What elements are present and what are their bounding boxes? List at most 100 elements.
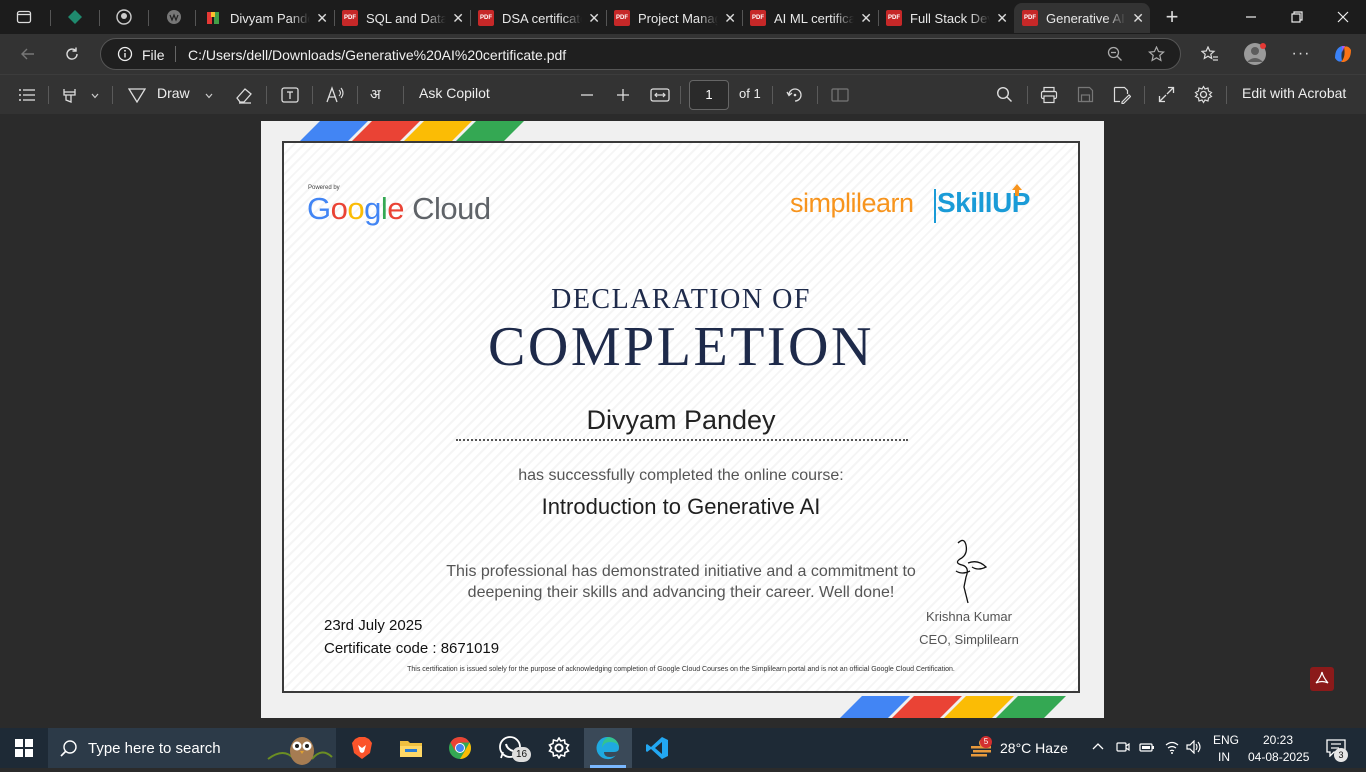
- language-eng[interactable]: ENG: [1213, 733, 1239, 747]
- tab-label: Generative AI: [1046, 10, 1125, 26]
- simplilearn-logo: simplilearn: [790, 188, 914, 218]
- address-bar[interactable]: File C:/Users/dell/Downloads/Generative%…: [100, 38, 1181, 70]
- meet-now-icon[interactable]: [1116, 740, 1130, 757]
- close-icon[interactable]: ✕: [860, 10, 872, 27]
- new-tab-plus-icon[interactable]: +: [1160, 4, 1184, 29]
- favorite-star-icon[interactable]: [1147, 45, 1166, 67]
- tab-generative-ai[interactable]: PDF Generative AI ✕: [1014, 3, 1150, 33]
- wifi-icon[interactable]: [1164, 740, 1180, 757]
- tab-dsa-certificate[interactable]: PDF DSA certificate ✕: [470, 3, 606, 33]
- taskbar-search-box[interactable]: Type here to search: [48, 728, 336, 768]
- rotate-icon[interactable]: [786, 86, 804, 109]
- zoom-out-icon[interactable]: [580, 88, 594, 107]
- pdf-toolbar: Draw अ Ask Copilot 1 of 1 Edit with Acro…: [0, 74, 1366, 114]
- draw-pen-icon[interactable]: [127, 87, 147, 108]
- issue-date: 23rd July 2025: [324, 617, 423, 634]
- eraser-icon[interactable]: [235, 86, 253, 109]
- tab-label: SQL and Data: [366, 10, 446, 26]
- search-icon[interactable]: [996, 86, 1013, 108]
- pinned-tab-gemini-icon[interactable]: [63, 5, 87, 29]
- favorites-icon[interactable]: [1198, 42, 1222, 66]
- clock-time[interactable]: 20:23: [1263, 733, 1293, 747]
- signer-name: Krishna Kumar: [926, 609, 1012, 624]
- zoom-icon[interactable]: [1107, 46, 1123, 67]
- settings-gear-icon[interactable]: [545, 734, 573, 762]
- copilot-icon[interactable]: [1331, 42, 1355, 66]
- file-explorer-icon[interactable]: [397, 734, 425, 762]
- pinned-tab-github-icon[interactable]: [112, 5, 136, 29]
- restore-button[interactable]: [1274, 0, 1320, 34]
- acrobat-icon[interactable]: [1310, 667, 1334, 691]
- highlight-icon[interactable]: [61, 87, 79, 108]
- chevron-up-icon[interactable]: [1092, 740, 1104, 756]
- search-icon: [60, 739, 78, 762]
- read-aloud-icon[interactable]: [326, 86, 346, 109]
- tab-actions-icon[interactable]: [12, 5, 36, 29]
- volume-icon[interactable]: [1186, 739, 1202, 757]
- tab-sql-and-data[interactable]: PDF SQL and Data ✕: [334, 3, 470, 33]
- draw-label[interactable]: Draw: [157, 85, 190, 101]
- pdf-icon: PDF: [886, 10, 902, 26]
- edge-browser-icon[interactable]: [594, 734, 622, 762]
- windows-taskbar: Type here to search 16 5 28°C Haze ENG I…: [0, 728, 1366, 768]
- refresh-icon[interactable]: [60, 42, 84, 66]
- tab-divyam-pandey[interactable]: Divyam Pandey ✕: [198, 3, 334, 33]
- pdf-icon: PDF: [342, 10, 358, 26]
- whatsapp-badge: 16: [512, 747, 531, 762]
- translate-icon[interactable]: अ: [370, 85, 381, 104]
- url-text[interactable]: C:/Users/dell/Downloads/Generative%20AI%…: [188, 47, 566, 63]
- windows-start-icon[interactable]: [10, 734, 38, 762]
- chevron-down-icon[interactable]: [204, 88, 214, 106]
- certificate: Powered by Google Cloud simplilearn Skil…: [282, 141, 1080, 693]
- settings-gear-icon[interactable]: [1194, 85, 1213, 109]
- pinned-tab-site-icon[interactable]: [162, 5, 186, 29]
- profile-avatar-icon[interactable]: [1243, 42, 1267, 66]
- print-icon[interactable]: [1040, 86, 1058, 109]
- disclaimer: This certification is issued solely for …: [407, 666, 955, 673]
- clock-date[interactable]: 04-08-2025: [1248, 750, 1309, 764]
- scheme-label: File: [142, 47, 165, 63]
- git-icon: [206, 10, 222, 26]
- back-arrow-icon[interactable]: [16, 42, 40, 66]
- chrome-icon[interactable]: [446, 734, 474, 762]
- close-icon[interactable]: ✕: [724, 10, 736, 27]
- info-icon[interactable]: [117, 46, 133, 67]
- fullscreen-icon[interactable]: [1158, 86, 1175, 108]
- save-icon[interactable]: [1077, 86, 1094, 108]
- logo-divider: [934, 189, 936, 223]
- save-as-icon[interactable]: [1113, 86, 1132, 109]
- close-icon[interactable]: ✕: [452, 10, 464, 27]
- vscode-icon[interactable]: [643, 734, 671, 762]
- language-in[interactable]: IN: [1218, 750, 1230, 764]
- recipient-name: Divyam Pandey: [586, 405, 776, 435]
- more-options-icon[interactable]: ···: [1289, 42, 1313, 66]
- minimize-button[interactable]: [1228, 0, 1274, 34]
- zoom-in-icon[interactable]: [616, 88, 630, 107]
- close-icon[interactable]: ✕: [1132, 10, 1144, 27]
- ask-copilot-button[interactable]: Ask Copilot: [419, 85, 490, 101]
- pdf-viewer[interactable]: Powered by Google Cloud simplilearn Skil…: [0, 115, 1366, 728]
- fit-to-width-icon[interactable]: [650, 87, 670, 108]
- weather-text[interactable]: 28°C Haze: [1000, 740, 1068, 756]
- contents-list-icon[interactable]: [18, 87, 36, 108]
- edit-with-acrobat-button[interactable]: Edit with Acrobat: [1242, 85, 1346, 101]
- pdf-page: Powered by Google Cloud simplilearn Skil…: [261, 121, 1104, 718]
- heading-declaration: DECLARATION OF: [551, 284, 811, 315]
- brave-browser-icon[interactable]: [348, 734, 376, 762]
- close-icon[interactable]: ✕: [316, 10, 328, 27]
- page-view-icon[interactable]: [831, 87, 849, 108]
- page-number-input[interactable]: 1: [689, 80, 729, 110]
- search-placeholder: Type here to search: [88, 740, 221, 757]
- heading-completion: COMPLETION: [488, 316, 874, 378]
- chevron-down-icon[interactable]: [90, 88, 100, 106]
- owl-search-highlight-icon: [264, 729, 334, 772]
- tab-ai-ml-certificate[interactable]: PDF AI ML certifica ✕: [742, 3, 878, 33]
- close-icon[interactable]: ✕: [588, 10, 600, 27]
- tab-project-manag[interactable]: PDF Project Manag ✕: [606, 3, 742, 33]
- tab-full-stack-dev[interactable]: PDF Full Stack Dev ✕: [878, 3, 1014, 33]
- battery-icon[interactable]: [1139, 740, 1155, 757]
- add-text-icon[interactable]: [281, 87, 299, 108]
- close-icon[interactable]: ✕: [996, 10, 1008, 27]
- close-window-button[interactable]: [1320, 0, 1366, 34]
- google-cloud-logo: Google Cloud: [307, 191, 491, 226]
